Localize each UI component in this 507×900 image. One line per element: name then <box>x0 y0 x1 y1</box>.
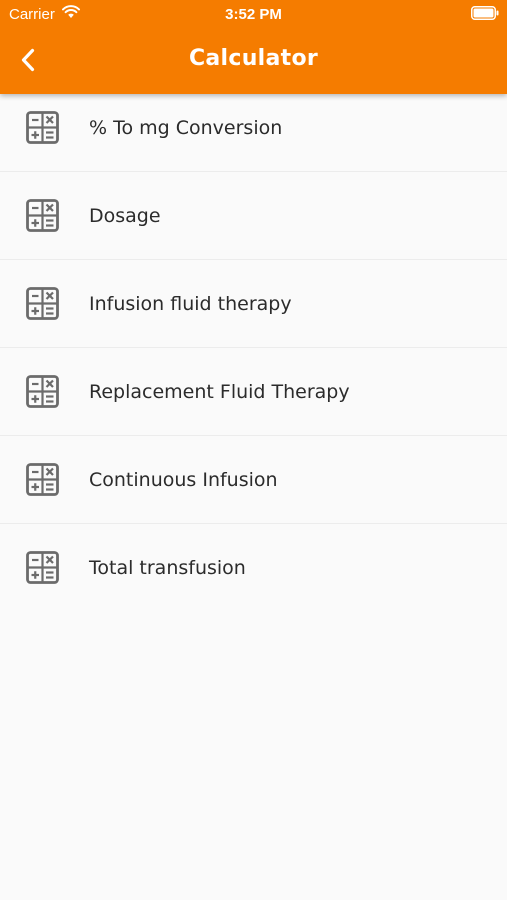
calculator-icon <box>26 287 59 320</box>
page-title: Calculator <box>188 46 319 71</box>
list-item-label: Total transfusion <box>89 557 246 579</box>
app-header: Carrier 3:52 PM Calculator <box>0 0 507 94</box>
calculator-icon <box>26 375 59 408</box>
list-item-infusion-fluid-therapy[interactable]: Infusion fluid therapy <box>0 260 507 348</box>
list-item-label: % To mg Conversion <box>89 117 283 139</box>
calculator-icon <box>26 463 59 496</box>
list-item-label: Infusion fluid therapy <box>89 293 292 315</box>
list-item-replacement-fluid-therapy[interactable]: Replacement Fluid Therapy <box>0 348 507 436</box>
navigation-bar: Calculator <box>0 28 507 94</box>
status-bar: Carrier 3:52 PM <box>0 0 507 28</box>
battery-icon <box>471 6 499 20</box>
list-item-total-transfusion[interactable]: Total transfusion <box>0 524 507 611</box>
list-item-label: Continuous Infusion <box>89 469 278 491</box>
calculator-icon <box>26 111 59 144</box>
list-item-label: Replacement Fluid Therapy <box>89 381 350 403</box>
status-time: 3:52 PM <box>225 6 282 23</box>
calculator-list: % To mg Conversion Dosage Infusion fluid… <box>0 84 507 611</box>
list-item-dosage[interactable]: Dosage <box>0 172 507 260</box>
calculator-icon <box>26 551 59 584</box>
list-item-continuous-infusion[interactable]: Continuous Infusion <box>0 436 507 524</box>
calculator-icon <box>26 199 59 232</box>
list-item-percent-to-mg-conversion[interactable]: % To mg Conversion <box>0 84 507 172</box>
list-item-label: Dosage <box>89 205 161 227</box>
